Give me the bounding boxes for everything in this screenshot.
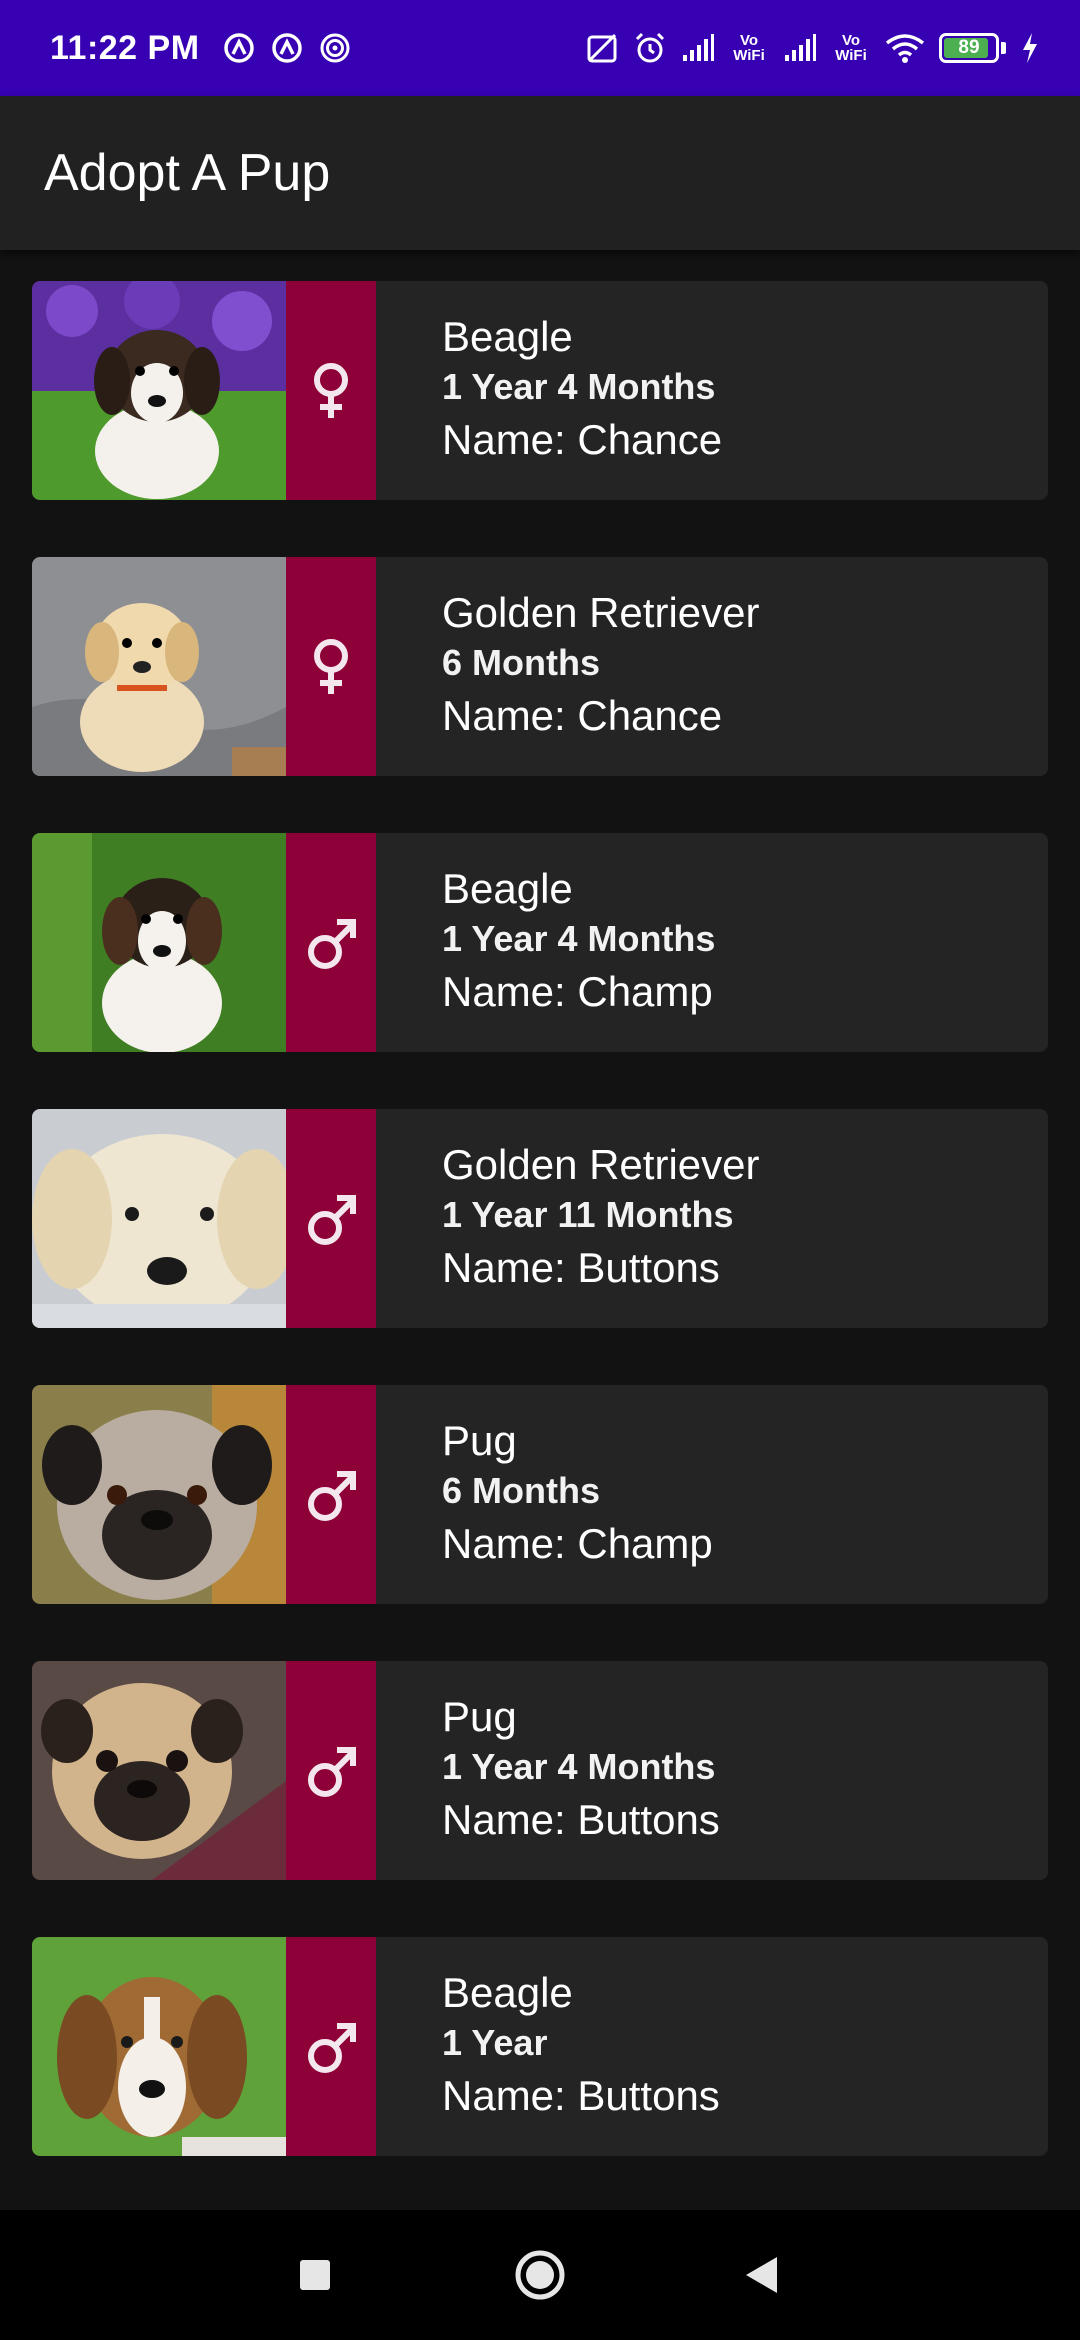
vowifi-label: Vo WiFi [733, 32, 765, 64]
gender-indicator [286, 557, 376, 776]
pup-card[interactable]: Golden Retriever 1 Year 11 Months Name: … [32, 1109, 1048, 1328]
charging-bolt-icon [1023, 33, 1037, 63]
battery-percent: 89 [958, 37, 980, 58]
battery-icon: 89 [939, 33, 999, 63]
female-icon [314, 362, 348, 418]
pup-breed: Pug [442, 1417, 517, 1464]
male-icon [308, 1194, 356, 1245]
alarm-icon [635, 32, 665, 63]
pup-age: 6 Months [442, 642, 600, 683]
pup-card[interactable]: Pug 6 Months Name: Champ [32, 1385, 1048, 1604]
gender-indicator [286, 1385, 376, 1604]
male-icon [308, 1746, 356, 1797]
male-icon [308, 918, 356, 969]
pup-list[interactable]: Beagle 1 Year 4 Months Name: Chance Gold… [0, 250, 1080, 2210]
status-time: 11:22 PM [50, 28, 200, 67]
gender-indicator [286, 1661, 376, 1880]
pup-details: Pug 1 Year 4 Months Name: Buttons [376, 1661, 720, 1880]
pup-photo [32, 557, 286, 776]
pup-name: Name: Chance [442, 416, 723, 463]
wifi-icon [885, 34, 925, 63]
pup-card[interactable]: Beagle 1 Year 4 Months Name: Chance [32, 281, 1048, 500]
pup-breed: Golden Retriever [442, 1141, 760, 1188]
gender-indicator [286, 281, 376, 500]
home-circle-icon[interactable] [513, 2248, 567, 2302]
notification-icons [222, 31, 352, 65]
pup-photo [32, 281, 286, 500]
gender-indicator [286, 833, 376, 1052]
female-icon [314, 638, 348, 694]
pup-photo [32, 1661, 286, 1880]
pup-details: Pug 6 Months Name: Champ [376, 1385, 713, 1604]
pup-age: 1 Year 4 Months [442, 1746, 716, 1787]
pup-card[interactable]: Pug 1 Year 4 Months Name: Buttons [32, 1661, 1048, 1880]
pup-name: Name: Champ [442, 968, 713, 1015]
pup-age: 1 Year 4 Months [442, 366, 716, 407]
pup-name: Name: Buttons [442, 1244, 720, 1291]
pup-breed: Beagle [442, 313, 573, 360]
app-title: Adopt A Pup [44, 144, 331, 202]
pup-photo [32, 833, 286, 1052]
pup-age: 6 Months [442, 1470, 600, 1511]
pup-name: Name: Champ [442, 1520, 713, 1567]
pup-card[interactable]: Beagle 1 Year Name: Buttons [32, 1937, 1048, 2156]
recents-square-icon[interactable] [298, 2258, 332, 2292]
battery-tip [1001, 42, 1006, 54]
pup-details: Beagle 1 Year 4 Months Name: Champ [376, 833, 715, 1052]
notification-icon [223, 33, 254, 63]
signal-icon [683, 34, 714, 61]
pup-details: Beagle 1 Year Name: Buttons [376, 1937, 720, 2156]
pup-details: Golden Retriever 1 Year 11 Months Name: … [376, 1109, 759, 1328]
back-triangle-icon[interactable] [743, 2255, 781, 2295]
pup-breed: Beagle [442, 1969, 573, 2016]
male-icon [308, 1470, 356, 1521]
system-status-icons: Vo WiFi Vo WiFi 89 [585, 31, 1040, 65]
target-notification-icon [320, 33, 350, 63]
app-bar: Adopt A Pup [0, 96, 1080, 250]
pup-breed: Pug [442, 1693, 517, 1740]
do-not-disturb-icon [587, 33, 617, 63]
pup-age: 1 Year 4 Months [442, 918, 716, 959]
signal-icon [785, 34, 816, 61]
status-bar: 11:22 PM Vo WiFi Vo WiFi 89 [0, 0, 1080, 96]
pup-breed: Golden Retriever [442, 589, 760, 636]
pup-photo [32, 1109, 286, 1328]
male-icon [308, 2022, 356, 2073]
pup-card[interactable]: Beagle 1 Year 4 Months Name: Champ [32, 833, 1048, 1052]
pup-details: Golden Retriever 6 Months Name: Chance [376, 557, 759, 776]
pup-name: Name: Buttons [442, 1796, 720, 1843]
vowifi-label: Vo WiFi [835, 32, 867, 64]
pup-name: Name: Chance [442, 692, 723, 739]
gender-indicator [286, 1109, 376, 1328]
pup-card[interactable]: Golden Retriever 6 Months Name: Chance [32, 557, 1048, 776]
pup-photo [32, 1385, 286, 1604]
notification-icon [271, 33, 302, 63]
pup-age: 1 Year 11 Months [442, 1194, 734, 1235]
pup-breed: Beagle [442, 865, 573, 912]
pup-age: 1 Year [442, 2022, 548, 2063]
pup-photo [32, 1937, 286, 2156]
pup-name: Name: Buttons [442, 2072, 720, 2119]
system-nav-bar [0, 2210, 1080, 2340]
gender-indicator [286, 1937, 376, 2156]
pup-details: Beagle 1 Year 4 Months Name: Chance [376, 281, 722, 500]
